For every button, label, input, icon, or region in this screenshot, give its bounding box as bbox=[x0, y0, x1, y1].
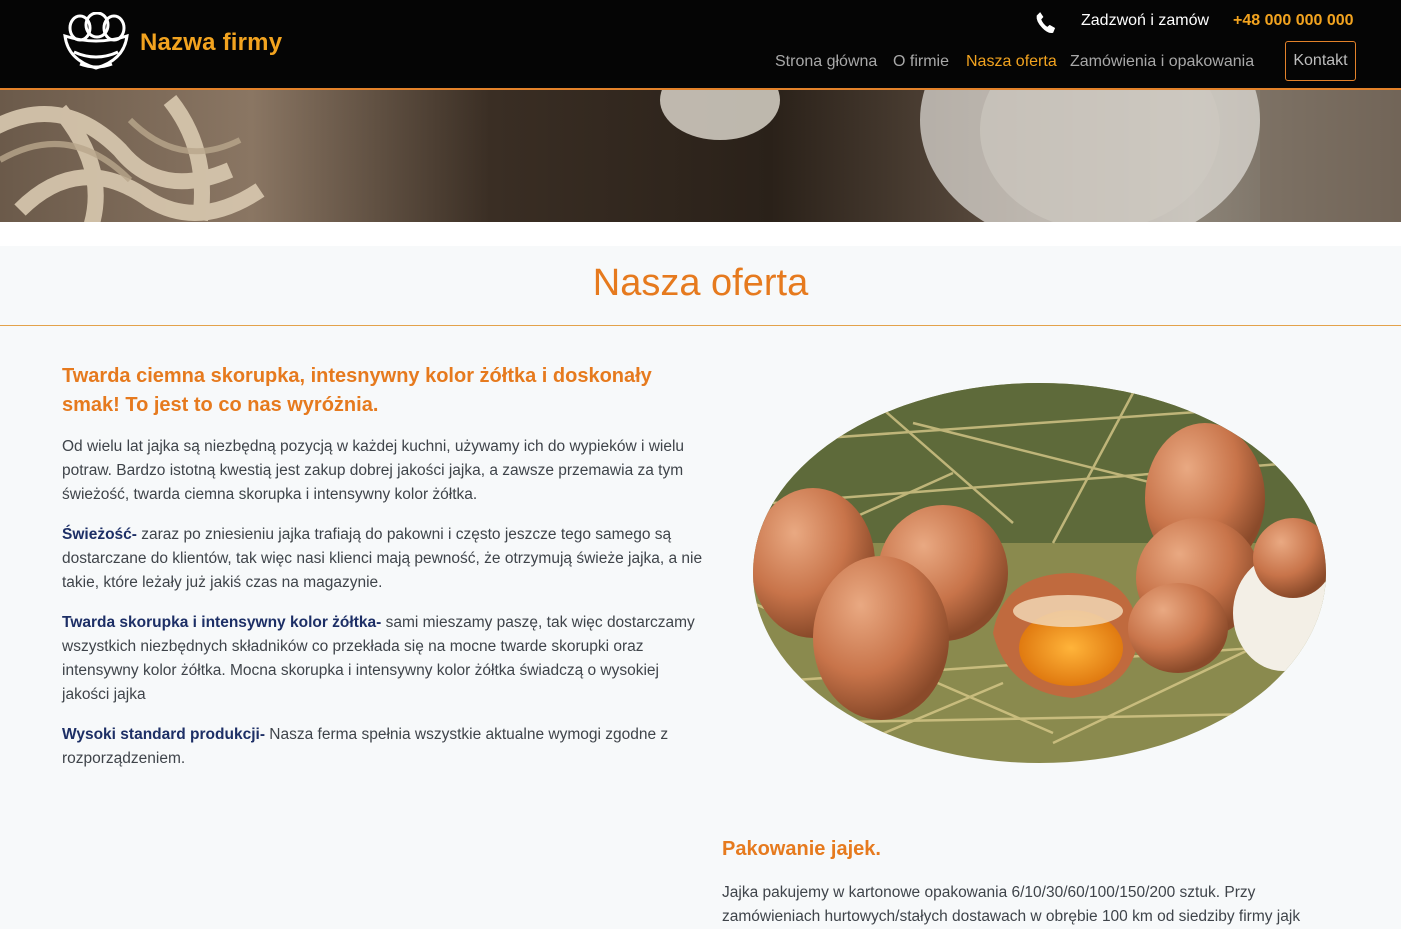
nav-offer[interactable]: Nasza oferta bbox=[966, 53, 1057, 71]
eggs-in-nest-image bbox=[753, 383, 1326, 763]
feature-text: zaraz po zniesieniu jajka trafiają do pa… bbox=[62, 526, 703, 591]
page-title: Nasza oferta bbox=[592, 262, 809, 304]
nav-home[interactable]: Strona główna bbox=[775, 53, 877, 71]
feature-production-standard: Wysoki standard produkcji- Nasza ferma s… bbox=[62, 723, 704, 771]
offer-headline: Twarda ciemna skorupka, intesnywny kolor… bbox=[62, 365, 652, 416]
title-divider bbox=[0, 325, 1401, 326]
contact-button[interactable]: Kontakt bbox=[1285, 41, 1356, 81]
hero-banner-image bbox=[0, 90, 1401, 222]
egg-basket-logo-icon[interactable] bbox=[62, 12, 130, 72]
call-to-order-label: Zadzwoń i zamów bbox=[1081, 12, 1210, 29]
nav-orders-packaging[interactable]: Zamówienia i opakowania bbox=[1070, 53, 1254, 71]
feature-freshness: Świeżość- zaraz po zniesieniu jajka traf… bbox=[62, 523, 704, 595]
phone-number-link[interactable]: +48 000 000 000 bbox=[1233, 12, 1354, 30]
feature-term: Wysoki standard produkcji- bbox=[62, 726, 265, 743]
feature-term: Świeżość- bbox=[62, 526, 137, 543]
brand-name[interactable]: Nazwa firmy bbox=[140, 29, 282, 57]
spacer bbox=[0, 222, 1401, 246]
phone-icon bbox=[1036, 12, 1056, 34]
packing-paragraph: Jajka pakujemy w kartonowe opakowania 6/… bbox=[722, 884, 1301, 925]
intro-paragraph: Od wielu lat jajka są niezbędną pozycją … bbox=[62, 438, 685, 503]
feature-term: Twarda skorupka i intensywny kolor żółtk… bbox=[62, 614, 382, 631]
packing-heading: Pakowanie jajek. bbox=[722, 838, 881, 860]
feature-shell-yolk: Twarda skorupka i intensywny kolor żółtk… bbox=[62, 611, 704, 707]
nav-about[interactable]: O firmie bbox=[893, 53, 949, 71]
site-header: Nazwa firmy Zadzwoń i zamów +48 000 000 … bbox=[0, 0, 1401, 90]
